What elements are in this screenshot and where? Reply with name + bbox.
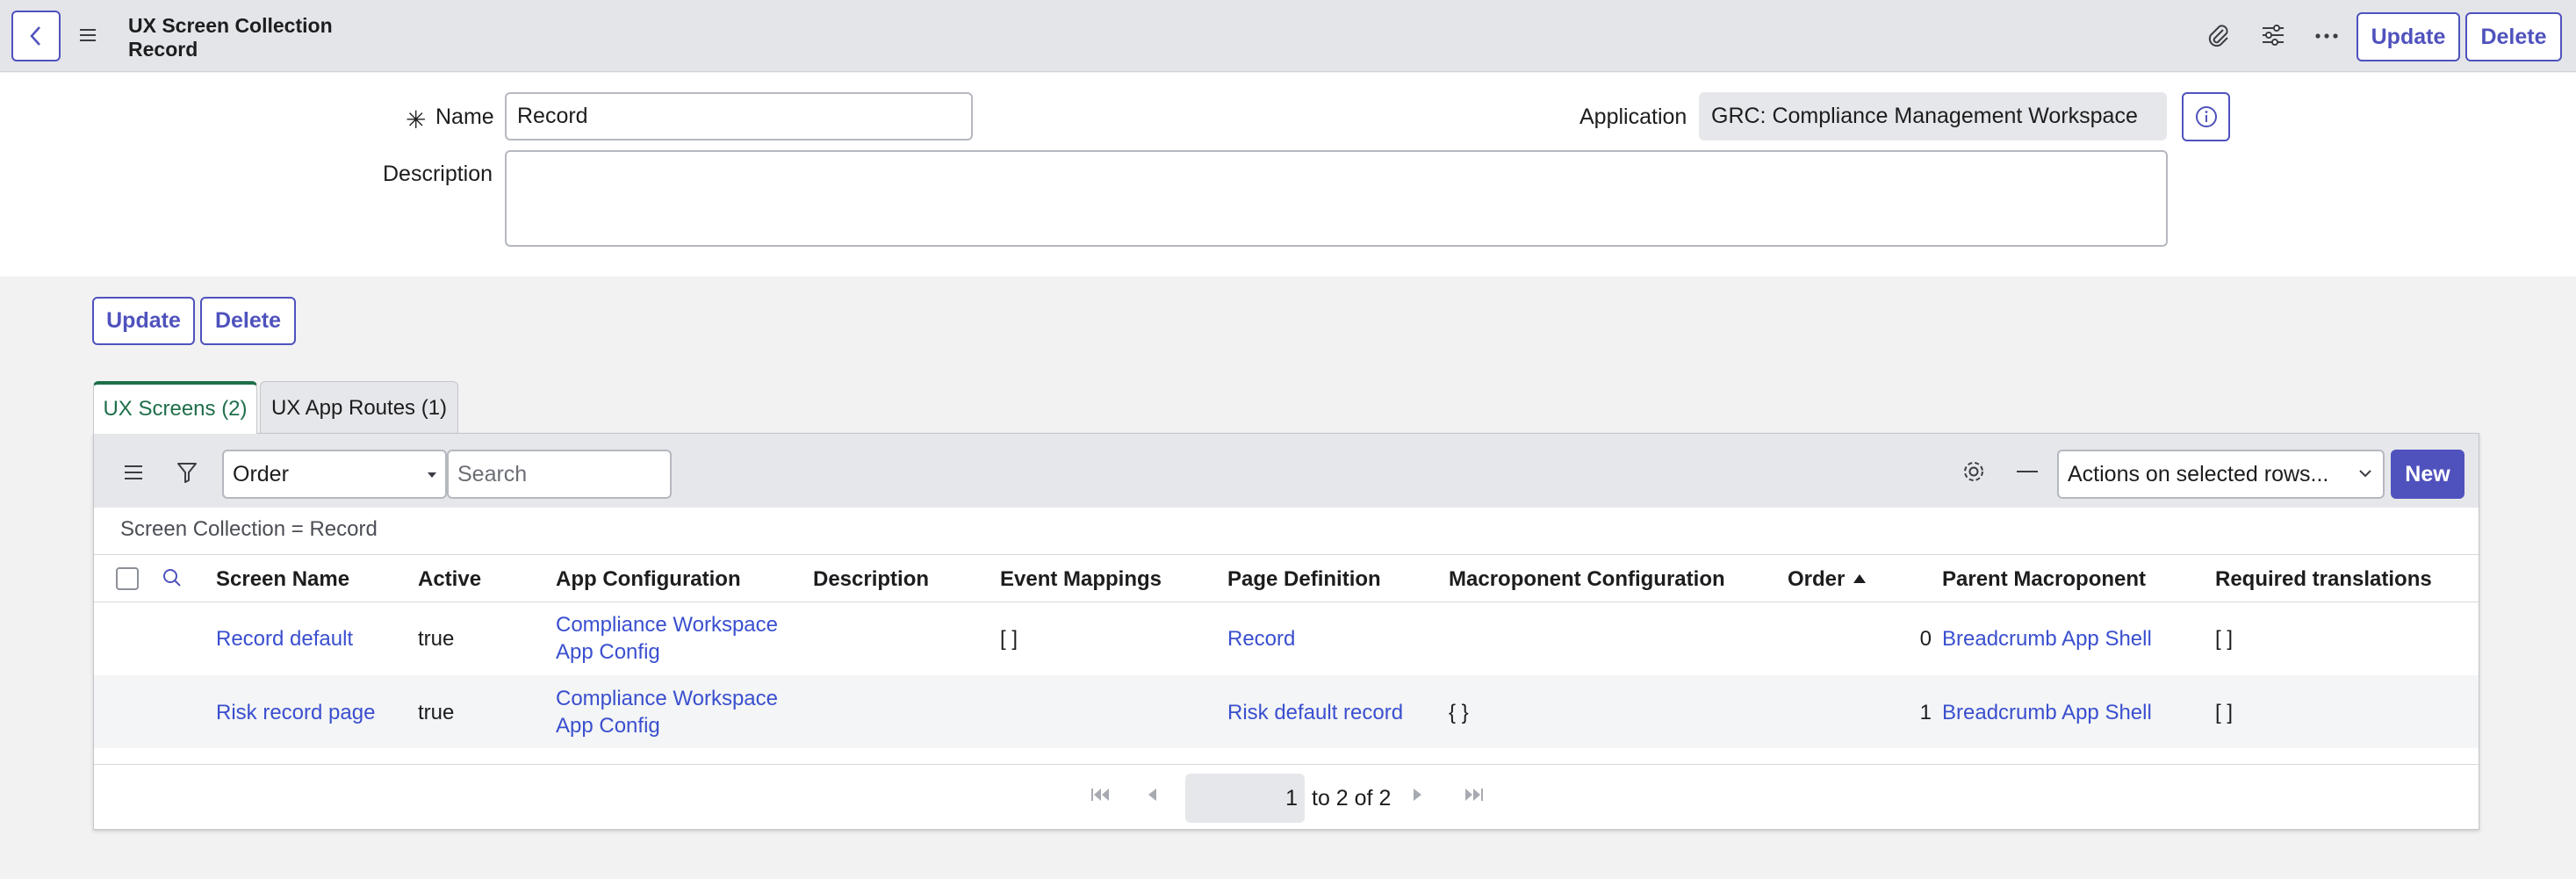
col-app-configuration[interactable]: App Configuration (556, 567, 741, 592)
cell-event-mappings: [ ] (1000, 627, 1018, 651)
table-header: Screen Name Active App Configuration Des… (94, 554, 2479, 602)
filter-breadcrumb[interactable]: Screen Collection = Record (120, 517, 378, 542)
col-macroponent-configuration[interactable]: Macroponent Configuration (1449, 567, 1725, 592)
tab-ux-screens[interactable]: UX Screens (2) (93, 381, 257, 434)
context-menu-icon[interactable] (77, 25, 98, 46)
application-field: GRC: Compliance Management Workspace (1699, 92, 2167, 140)
page-title: UX Screen Collection Record (128, 14, 333, 61)
col-screen-name[interactable]: Screen Name (216, 567, 349, 592)
first-page-icon[interactable] (1091, 789, 1111, 801)
header-delete-button[interactable]: Delete (2465, 12, 2562, 61)
description-field[interactable] (505, 150, 2168, 247)
pagination: 1 to 2 of 2 (94, 764, 2479, 831)
more-options-icon[interactable] (2315, 33, 2338, 39)
order-select-value: Order (233, 461, 289, 486)
delete-button[interactable]: Delete (200, 297, 296, 345)
actions-select[interactable]: Actions on selected rows... (2057, 450, 2385, 499)
description-label: Description (383, 162, 493, 186)
settings-sliders-icon[interactable] (2261, 23, 2285, 47)
col-active[interactable]: Active (418, 567, 481, 592)
cell-required-translations: [ ] (2215, 701, 2234, 724)
list-menu-icon[interactable] (124, 464, 143, 481)
previous-page-icon[interactable] (1148, 789, 1156, 801)
actions-select-value: Actions on selected rows... (2068, 461, 2329, 486)
required-icon: ✳ (406, 106, 427, 133)
table-row: Risk record page true Compliance Workspa… (94, 675, 2479, 748)
application-label: Application (1579, 104, 1687, 129)
related-list: Order Search Actions on selected rows...… (93, 433, 2479, 830)
cell-app-configuration-line1: Compliance Workspace (556, 687, 778, 710)
cell-app-configuration[interactable]: Compliance Workspace App Config (556, 611, 778, 666)
cell-page-definition[interactable]: Risk default record (1227, 699, 1403, 726)
col-description[interactable]: Description (813, 567, 929, 592)
col-event-mappings[interactable]: Event Mappings (1000, 567, 1162, 592)
last-page-icon[interactable] (1464, 789, 1483, 801)
application-info-button[interactable] (2182, 92, 2230, 141)
next-page-icon[interactable] (1414, 789, 1422, 801)
column-search-icon[interactable] (162, 568, 182, 587)
name-label: Name (435, 104, 494, 129)
new-button[interactable]: New (2391, 450, 2464, 499)
record-header: UX Screen Collection Record Update Delet… (0, 0, 2576, 72)
info-icon (2195, 106, 2217, 127)
collapse-icon[interactable] (2017, 470, 2038, 473)
pagination-range: to 2 of 2 (1312, 786, 1392, 811)
cell-active: true (418, 627, 455, 651)
col-order[interactable]: Order (1788, 567, 1845, 592)
col-required-translations[interactable]: Required translations (2215, 567, 2432, 592)
page-title-line2: Record (128, 38, 198, 61)
table-row: Record default true Compliance Workspace… (94, 602, 2479, 675)
cell-required-translations: [ ] (2215, 627, 2234, 651)
gear-icon[interactable] (1961, 459, 1986, 484)
page-number-input[interactable]: 1 (1185, 774, 1305, 823)
chevron-left-icon (30, 26, 40, 46)
order-select[interactable]: Order (222, 450, 447, 499)
cell-active: true (418, 701, 455, 724)
cell-app-configuration[interactable]: Compliance Workspace App Config (556, 685, 778, 739)
col-parent-macroponent[interactable]: Parent Macroponent (1942, 567, 2146, 592)
cell-page-definition[interactable]: Record (1227, 625, 1295, 652)
cell-app-configuration-line1: Compliance Workspace (556, 613, 778, 637)
sort-ascending-icon (1853, 574, 1866, 583)
cell-parent-macroponent[interactable]: Breadcrumb App Shell (1942, 699, 2152, 726)
cell-order: 1 (1919, 701, 1932, 724)
chevron-down-icon (2358, 467, 2372, 479)
cell-parent-macroponent[interactable]: Breadcrumb App Shell (1942, 625, 2152, 652)
back-button[interactable] (11, 11, 61, 61)
cell-macroponent-configuration: { } (1449, 701, 1469, 724)
select-all-checkbox[interactable] (116, 567, 139, 590)
cell-screen-name[interactable]: Record default (216, 625, 353, 652)
search-input[interactable]: Search (447, 450, 672, 499)
list-toolbar: Order Search Actions on selected rows...… (94, 434, 2479, 508)
update-button[interactable]: Update (92, 297, 195, 345)
cell-app-configuration-line2: App Config (556, 714, 660, 738)
cell-screen-name[interactable]: Risk record page (216, 699, 375, 726)
filter-icon[interactable] (176, 461, 198, 484)
col-page-definition[interactable]: Page Definition (1227, 567, 1381, 592)
header-update-button[interactable]: Update (2357, 12, 2460, 61)
cell-app-configuration-line2: App Config (556, 640, 660, 664)
page-title-line1: UX Screen Collection (128, 14, 333, 37)
tab-ux-app-routes[interactable]: UX App Routes (1) (260, 381, 458, 434)
cell-order: 0 (1919, 627, 1932, 651)
name-field[interactable]: Record (505, 92, 973, 140)
dropdown-caret-icon (428, 472, 436, 478)
paperclip-icon[interactable] (2206, 23, 2231, 49)
